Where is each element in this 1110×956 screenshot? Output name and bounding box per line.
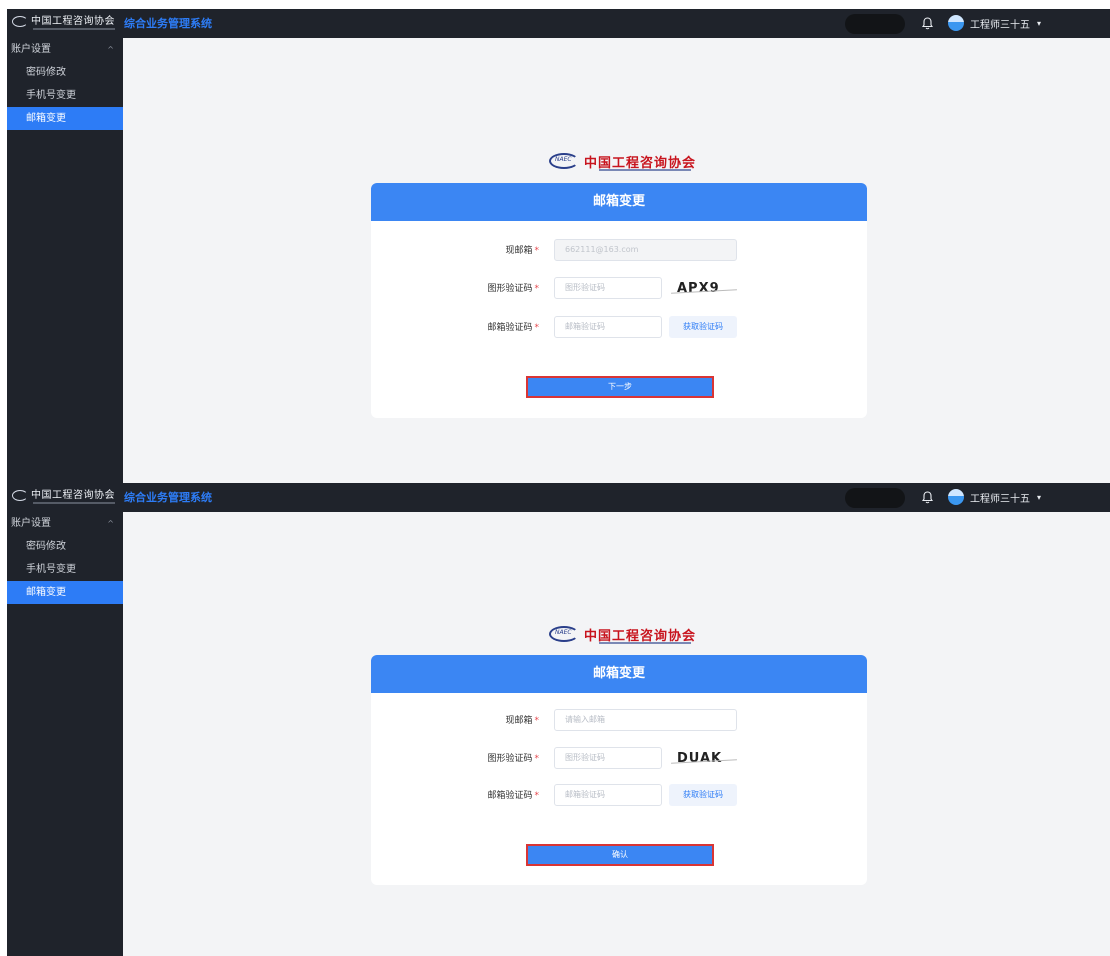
get-code-button[interactable]: 获取验证码 xyxy=(669,784,737,806)
form-row-captcha: 图形验证码 * 图形验证码 APX9 xyxy=(371,277,867,301)
email-label: 现邮箱 * xyxy=(505,246,539,256)
top-bar: 中国工程咨询协会 综合业务管理系统 工程师三十五 ▾ xyxy=(7,483,1110,512)
brand-subline xyxy=(599,169,691,171)
sidebar-item-password[interactable]: 密码修改 xyxy=(7,61,123,84)
brand-logo: NAEC 中国工程咨询协会 xyxy=(549,625,697,645)
header-logo[interactable]: 中国工程咨询协会 xyxy=(12,490,115,504)
email-code-label: 邮箱验证码 * xyxy=(487,323,539,333)
caret-down-icon: ▾ xyxy=(1037,18,1042,28)
brand-tag: NAEC xyxy=(555,629,572,636)
form-row-email-code: 邮箱验证码 * 邮箱验证码 获取验证码 xyxy=(371,316,867,340)
screen-step-two: 中国工程咨询协会 综合业务管理系统 工程师三十五 ▾ 账户设置 ^ 密码修改 手… xyxy=(7,483,1110,956)
app-title[interactable]: 综合业务管理系统 xyxy=(124,9,212,38)
avatar-icon xyxy=(948,15,964,31)
captcha-label: 图形验证码 * xyxy=(487,754,539,764)
current-email-field[interactable]: 662111@163.com xyxy=(554,239,737,261)
top-bar: 中国工程咨询协会 综合业务管理系统 工程师三十五 ▾ xyxy=(7,9,1110,38)
chevron-up-icon: ^ xyxy=(107,519,114,528)
caret-down-icon: ▾ xyxy=(1037,492,1042,502)
sidebar-item-phone[interactable]: 手机号变更 xyxy=(7,558,123,581)
user-menu[interactable]: 工程师三十五 ▾ xyxy=(948,489,1041,505)
captcha-input[interactable]: 图形验证码 xyxy=(554,747,662,769)
sidebar-item-password[interactable]: 密码修改 xyxy=(7,535,123,558)
header-pill[interactable] xyxy=(845,488,905,508)
email-change-card: 邮箱变更 现邮箱 * 请输入邮箱 图形验证码 * 图形验证码 DUAK 邮箱验证码 *… xyxy=(371,655,867,885)
screen-step-one: 中国工程咨询协会 综合业务管理系统 工程师三十五 ▾ 账户设置 ^ 密码修改 手… xyxy=(7,9,1110,483)
avatar-icon xyxy=(948,489,964,505)
sidebar-item-email[interactable]: 邮箱变更 xyxy=(7,581,123,604)
sidebar-group-account[interactable]: 账户设置 ^ xyxy=(7,38,123,61)
next-step-button[interactable]: 下一步 xyxy=(526,376,714,398)
brand-tag: NAEC xyxy=(555,156,572,163)
user-name: 工程师三十五 xyxy=(970,19,1030,31)
get-code-button[interactable]: 获取验证码 xyxy=(669,316,737,338)
form-row-email-code: 邮箱验证码 * 邮箱验证码 获取验证码 xyxy=(371,784,867,808)
brand-logo: NAEC 中国工程咨询协会 xyxy=(549,152,697,172)
email-code-label: 邮箱验证码 * xyxy=(487,791,539,801)
sidebar: 账户设置 ^ 密码修改 手机号变更 邮箱变更 xyxy=(7,38,123,483)
logo-ring-icon xyxy=(12,16,28,27)
app-title[interactable]: 综合业务管理系统 xyxy=(124,483,212,512)
logo-subline xyxy=(33,502,115,504)
email-input[interactable]: 请输入邮箱 xyxy=(554,709,737,731)
captcha-image[interactable]: APX9 xyxy=(669,279,743,299)
form-row-email: 现邮箱 * 请输入邮箱 xyxy=(371,709,867,733)
bell-icon[interactable] xyxy=(922,17,933,30)
confirm-button[interactable]: 确认 xyxy=(526,844,714,866)
sidebar-group-account[interactable]: 账户设置 ^ xyxy=(7,512,123,535)
sidebar-item-phone[interactable]: 手机号变更 xyxy=(7,84,123,107)
email-code-input[interactable]: 邮箱验证码 xyxy=(554,316,662,338)
header-logo-text: 中国工程咨询协会 xyxy=(31,16,115,27)
header-pill[interactable] xyxy=(845,14,905,34)
captcha-input[interactable]: 图形验证码 xyxy=(554,277,662,299)
logo-ring-icon xyxy=(12,490,28,501)
sidebar-group-label: 账户设置 xyxy=(11,44,51,55)
user-name: 工程师三十五 xyxy=(970,493,1030,505)
sidebar-group-label: 账户设置 xyxy=(11,518,51,529)
email-code-input[interactable]: 邮箱验证码 xyxy=(554,784,662,806)
card-title: 邮箱变更 xyxy=(371,655,867,693)
card-title: 邮箱变更 xyxy=(371,183,867,221)
sidebar: 账户设置 ^ 密码修改 手机号变更 邮箱变更 xyxy=(7,512,123,956)
email-label: 现邮箱 * xyxy=(505,716,539,726)
header-logo-text: 中国工程咨询协会 xyxy=(31,490,115,501)
captcha-label: 图形验证码 * xyxy=(487,284,539,294)
chevron-up-icon: ^ xyxy=(107,45,114,54)
captcha-image[interactable]: DUAK xyxy=(669,749,743,769)
brand-subline xyxy=(599,642,691,644)
email-change-card: 邮箱变更 现邮箱 * 662111@163.com 图形验证码 * 图形验证码 AP… xyxy=(371,183,867,418)
header-logo[interactable]: 中国工程咨询协会 xyxy=(12,16,115,30)
user-menu[interactable]: 工程师三十五 ▾ xyxy=(948,15,1041,31)
sidebar-item-email[interactable]: 邮箱变更 xyxy=(7,107,123,130)
form-row-email: 现邮箱 * 662111@163.com xyxy=(371,239,867,263)
logo-subline xyxy=(33,28,115,30)
form-row-captcha: 图形验证码 * 图形验证码 DUAK xyxy=(371,747,867,771)
bell-icon[interactable] xyxy=(922,491,933,504)
